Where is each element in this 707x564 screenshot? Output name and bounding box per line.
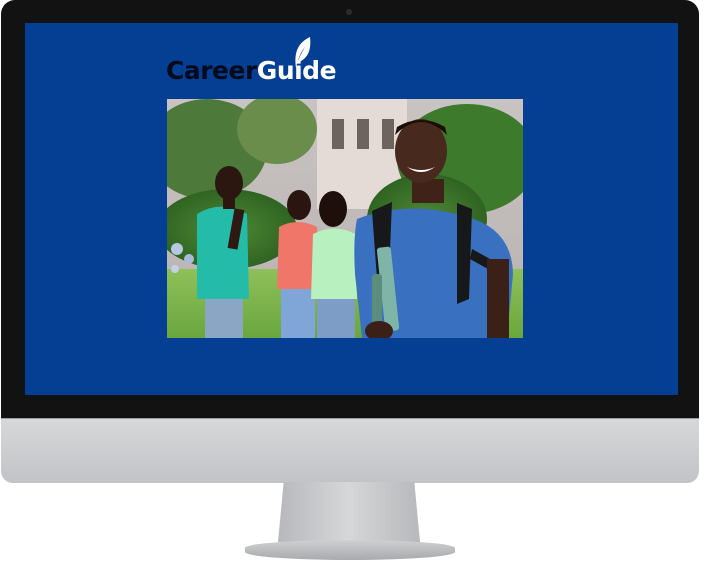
hero-photo (167, 99, 523, 338)
monitor-stand-base (245, 540, 455, 560)
logo-guide-text: Guide (256, 56, 337, 85)
student-photo-illustration (167, 99, 523, 338)
logo-career-text: Career (166, 56, 257, 85)
monitor-chin (1, 418, 699, 483)
monitor-screen: CareerGuide (25, 23, 678, 395)
career-guide-logo: CareerGuide (166, 56, 337, 85)
monitor-stand-neck (278, 482, 420, 542)
monitor-bezel: CareerGuide (1, 0, 699, 418)
camera-dot (346, 9, 352, 15)
